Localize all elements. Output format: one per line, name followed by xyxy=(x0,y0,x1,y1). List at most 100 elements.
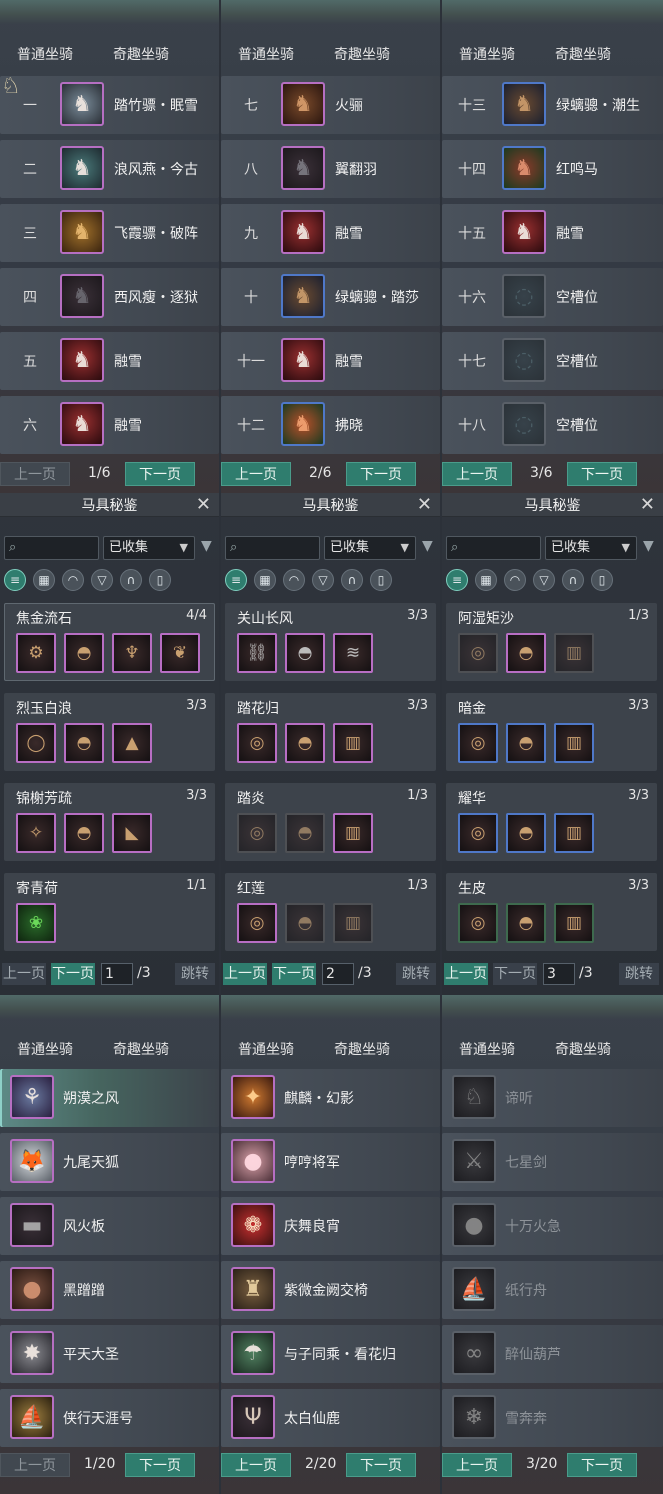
barding-icon[interactable]: ≋ xyxy=(333,633,373,673)
jump-button[interactable]: 跳转 xyxy=(396,963,436,985)
next-page-button[interactable]: 下一页 xyxy=(125,1453,195,1477)
tab-normal-mounts[interactable]: 普通坐骑 xyxy=(459,44,515,64)
prev-page-button[interactable]: 上一页 xyxy=(221,462,291,486)
shield-category-icon[interactable]: ▽ xyxy=(312,569,334,591)
grid-category-icon[interactable]: ▦ xyxy=(254,569,276,591)
shield-category-icon[interactable]: ▽ xyxy=(533,569,555,591)
mount-row[interactable]: ∞ 醉仙葫芦 xyxy=(442,1325,663,1383)
jump-button[interactable]: 跳转 xyxy=(619,963,659,985)
next-page-button[interactable]: 下一页 xyxy=(567,1453,637,1477)
prev-page-button[interactable]: 上一页 xyxy=(221,1453,291,1477)
next-page-button[interactable]: 下一页 xyxy=(125,462,195,486)
mount-row[interactable]: 十二 ♞ 拂晓 xyxy=(221,396,440,454)
mount-row[interactable]: ⛵ 侠行天涯号 xyxy=(0,1389,219,1447)
close-icon[interactable]: ✕ xyxy=(640,493,655,517)
mount-row[interactable]: 七 ♞ 火骊 xyxy=(221,76,440,134)
page-number-input[interactable]: 1 xyxy=(101,963,133,985)
saddle-icon[interactable]: ◓ xyxy=(64,813,104,853)
mount-row[interactable]: 十七 ◌ 空槽位 xyxy=(442,332,663,390)
tack-set[interactable]: 焦金流石 4/4 ⚙ ◓ ♆ ❦ xyxy=(4,603,215,681)
saddle-category-icon[interactable]: ◠ xyxy=(283,569,305,591)
stirrup-icon[interactable]: ♆ xyxy=(112,633,152,673)
barding-icon[interactable]: ▥ xyxy=(554,813,594,853)
tack-set[interactable]: 关山长风 3/3 ⛓ ◓ ≋ xyxy=(225,603,436,681)
next-page-button[interactable]: 下一页 xyxy=(493,963,537,985)
shield-category-icon[interactable]: ▽ xyxy=(91,569,113,591)
prev-page-button[interactable]: 上一页 xyxy=(444,963,488,985)
saddle-icon[interactable]: ◓ xyxy=(506,903,546,943)
tab-quirky-mounts[interactable]: 奇趣坐骑 xyxy=(555,44,611,64)
bridle-icon[interactable]: ◯ xyxy=(16,723,56,763)
tack-set[interactable]: 耀华 3/3 ◎ ◓ ▥ xyxy=(446,783,657,861)
mount-row[interactable]: ❁ 庆舞良宵 xyxy=(221,1197,440,1255)
next-page-button[interactable]: 下一页 xyxy=(272,963,316,985)
barding-icon[interactable]: ◣ xyxy=(112,813,152,853)
grid-category-icon[interactable]: ▦ xyxy=(33,569,55,591)
bridle-icon[interactable]: ◎ xyxy=(458,903,498,943)
saddle-icon[interactable]: ◓ xyxy=(285,903,325,943)
page-number-input[interactable]: 2 xyxy=(322,963,354,985)
bridle-icon[interactable]: ◎ xyxy=(237,903,277,943)
search-input[interactable]: ⌕ xyxy=(225,536,320,560)
mount-row[interactable]: ♘ 谛听 xyxy=(442,1069,663,1127)
mount-row[interactable]: ⛵ 纸行舟 xyxy=(442,1261,663,1319)
prev-page-button[interactable]: 上一页 xyxy=(442,462,512,486)
mount-row[interactable]: 九 ♞ 融雪 xyxy=(221,204,440,262)
saddle-icon[interactable]: ◓ xyxy=(285,723,325,763)
bridle-icon[interactable]: ⛓ xyxy=(237,633,277,673)
mount-row[interactable]: 十五 ♞ 融雪 xyxy=(442,204,663,262)
prev-page-button[interactable]: 上一页 xyxy=(2,963,46,985)
tack-set[interactable]: 锦榭芳疏 3/3 ✧ ◓ ◣ xyxy=(4,783,215,861)
barding-icon[interactable]: ▥ xyxy=(554,633,594,673)
mount-row[interactable]: 十八 ◌ 空槽位 xyxy=(442,396,663,454)
barding-icon[interactable]: ▥ xyxy=(333,723,373,763)
collected-filter-select[interactable]: 已收集 ▼ xyxy=(103,536,195,560)
search-input[interactable]: ⌕ xyxy=(4,536,99,560)
tab-normal-mounts[interactable]: 普通坐骑 xyxy=(17,1039,73,1059)
mount-row[interactable]: 十一 ♞ 融雪 xyxy=(221,332,440,390)
mount-row[interactable]: ⚔ 七星剑 xyxy=(442,1133,663,1191)
tack-set[interactable]: 寄青荷 1/1 ❀ xyxy=(4,873,215,951)
mount-row[interactable]: ● 哼哼将军 xyxy=(221,1133,440,1191)
mount-row[interactable]: 八 ♞ 翼翻羽 xyxy=(221,140,440,198)
bridle-icon[interactable]: ⚙ xyxy=(16,633,56,673)
mount-row[interactable]: Ψ 太白仙鹿 xyxy=(221,1389,440,1447)
saddle-category-icon[interactable]: ◠ xyxy=(504,569,526,591)
mount-row[interactable]: 十四 ♞ 红鸣马 xyxy=(442,140,663,198)
mount-row[interactable]: 四 ♞ 西风瘦・逐狱 xyxy=(0,268,219,326)
mount-row[interactable]: ⚘ 朔漠之风 xyxy=(0,1069,219,1127)
tack-set[interactable]: 踏炎 1/3 ◎ ◓ ▥ xyxy=(225,783,436,861)
bridle-icon[interactable]: ◎ xyxy=(237,723,277,763)
mount-row[interactable]: 十 ♞ 绿螭骢・踏莎 xyxy=(221,268,440,326)
mount-row[interactable]: 一 ♞ 踏竹骠・眠雪 xyxy=(0,76,219,134)
mount-row[interactable]: ✸ 平天大圣 xyxy=(0,1325,219,1383)
mount-row[interactable]: 十三 ♞ 绿螭骢・潮生 xyxy=(442,76,663,134)
saddle-icon[interactable]: ◓ xyxy=(506,813,546,853)
barding-icon[interactable]: ▥ xyxy=(333,903,373,943)
all-category-icon[interactable]: ≡ xyxy=(225,569,247,591)
grid-category-icon[interactable]: ▦ xyxy=(475,569,497,591)
page-number-input[interactable]: 3 xyxy=(543,963,575,985)
search-input[interactable]: ⌕ xyxy=(446,536,541,560)
bridle-icon[interactable]: ◎ xyxy=(237,813,277,853)
mount-row[interactable]: ☂ 与子同乘・看花归 xyxy=(221,1325,440,1383)
saddle-icon[interactable]: ◓ xyxy=(64,633,104,673)
tack-set[interactable]: 烈玉白浪 3/3 ◯ ◓ ▲ xyxy=(4,693,215,771)
tab-quirky-mounts[interactable]: 奇趣坐骑 xyxy=(113,1039,169,1059)
barding-icon[interactable]: ▲ xyxy=(112,723,152,763)
tab-quirky-mounts[interactable]: 奇趣坐骑 xyxy=(334,44,390,64)
bridle-icon[interactable]: ✧ xyxy=(16,813,56,853)
mount-row[interactable]: ❄ 雪奔奔 xyxy=(442,1389,663,1447)
jump-button[interactable]: 跳转 xyxy=(175,963,215,985)
saddle-icon[interactable]: ◓ xyxy=(285,633,325,673)
bridle-icon[interactable]: ◎ xyxy=(458,813,498,853)
wing-icon[interactable]: ❦ xyxy=(160,633,200,673)
close-icon[interactable]: ✕ xyxy=(417,493,432,517)
next-page-button[interactable]: 下一页 xyxy=(51,963,95,985)
saddle-icon[interactable]: ◓ xyxy=(64,723,104,763)
mount-row[interactable]: 二 ♞ 浪风燕・今古 xyxy=(0,140,219,198)
collected-filter-select[interactable]: 已收集 ▼ xyxy=(324,536,416,560)
armor-category-icon[interactable]: ▯ xyxy=(591,569,613,591)
funnel-icon[interactable]: ▼ xyxy=(201,538,212,554)
tack-set[interactable]: 生皮 3/3 ◎ ◓ ▥ xyxy=(446,873,657,951)
